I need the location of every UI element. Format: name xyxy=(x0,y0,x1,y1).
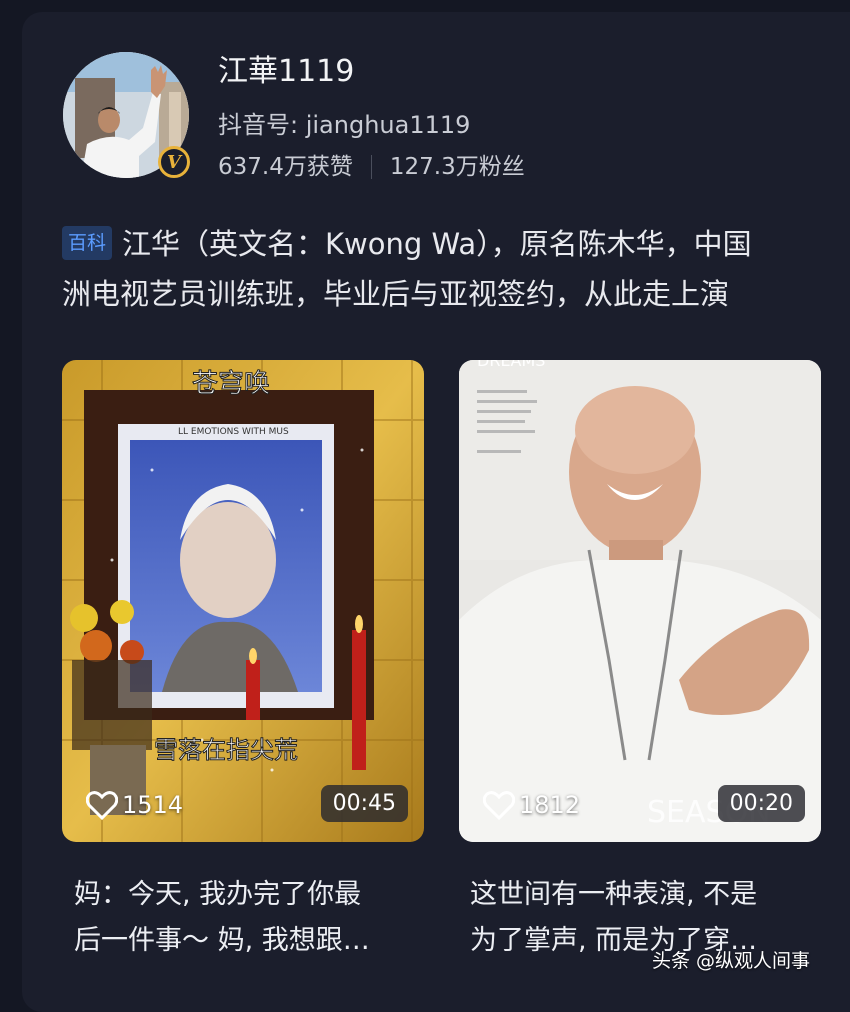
profile-handle: 抖音号: jianghua1119 xyxy=(218,111,471,139)
baike-tag[interactable]: 百科 xyxy=(62,226,113,260)
watermark: 头条 @纵观人间事 xyxy=(652,950,811,972)
video-caption-1-line-2: 后一件事～ 妈, 我想跟… xyxy=(74,925,370,956)
video-likes-count-1: 1514 xyxy=(122,791,184,819)
video-caption-2-line-1: 这世间有一种表演, 不是 xyxy=(470,879,758,910)
stats-divider xyxy=(370,155,372,179)
bio-text-1: 江华（英文名：Kwong Wa），原名陈木华，中国 xyxy=(122,227,752,261)
overlay-title-2: DREAMS xyxy=(477,360,545,370)
video-thumbnail-2: DREAMS SEASON xyxy=(459,360,821,842)
bio-line-1: 百科 江华（英文名：Kwong Wa），原名陈木华，中国 xyxy=(62,219,850,269)
bio-line-2: 洲电视艺员训练班，毕业后与亚视签约，从此走上演 xyxy=(62,277,730,311)
overlay-lyric-1: 雪落在指尖荒 xyxy=(154,736,298,764)
heart-icon xyxy=(483,791,515,820)
followers-count[interactable]: 127.3万粉丝 xyxy=(390,150,525,184)
profile-name: 江華1119 xyxy=(218,54,355,89)
video-likes-1: 1514 xyxy=(86,790,183,820)
video-duration-1: 00:45 xyxy=(320,785,408,822)
video-card-2[interactable]: DREAMS SEASON 1812 00:20 xyxy=(459,360,821,842)
video-caption-1-line-1: 妈：今天, 我办完了你最 xyxy=(74,879,362,910)
video-likes-count-2: 1812 xyxy=(519,791,581,819)
likes-count: 637.4万获赞 xyxy=(218,154,353,180)
video-caption-1[interactable]: 妈：今天, 我办完了你最 后一件事～ 妈, 我想跟… xyxy=(74,872,414,964)
video-card-1[interactable]: 苍穹唤 LL EMOTIONS WITH MUS 雪落在指尖荒 1514 00:… xyxy=(62,360,424,842)
video-likes-2: 1812 xyxy=(483,790,580,820)
bio[interactable]: 百科 江华（英文名：Kwong Wa），原名陈木华，中国 洲电视艺员训练班，毕业后… xyxy=(62,219,850,319)
video-thumbnail-1: 苍穹唤 LL EMOTIONS WITH MUS 雪落在指尖荒 xyxy=(62,360,424,842)
video-duration-2: 00:20 xyxy=(717,785,805,822)
overlay-title-1: 苍穹唤 xyxy=(192,369,270,399)
profile-stats: 637.4万获赞 127.3万粉丝 xyxy=(218,150,525,184)
heart-icon xyxy=(86,791,118,820)
verified-badge-icon: V xyxy=(158,146,190,178)
overlay-sub-1: LL EMOTIONS WITH MUS xyxy=(178,427,289,437)
